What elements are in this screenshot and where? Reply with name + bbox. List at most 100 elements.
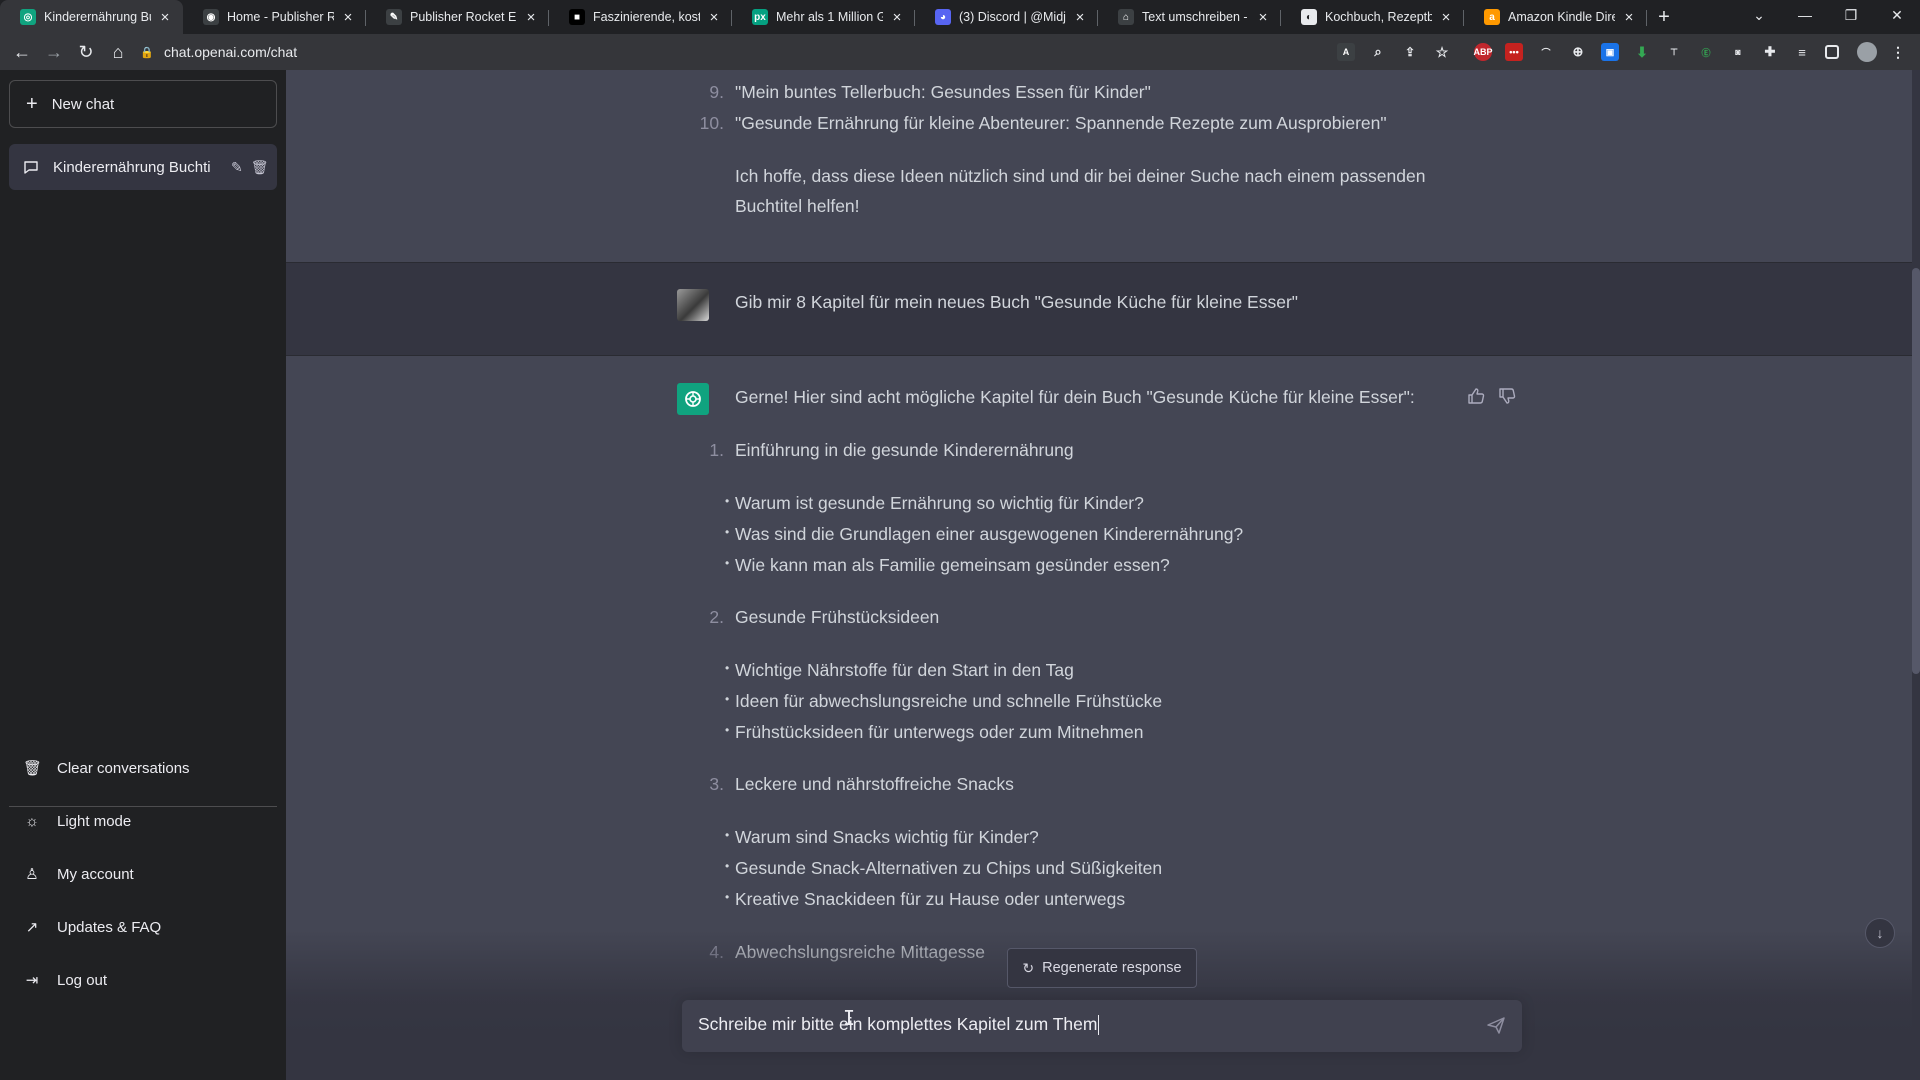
close-tab-icon[interactable]: ×: [523, 9, 539, 26]
reload-icon[interactable]: ↻: [70, 36, 102, 68]
tab-search-icon[interactable]: ⌄: [1736, 0, 1782, 30]
close-window-button[interactable]: ✕: [1874, 0, 1920, 30]
sidebar-item-external-link[interactable]: ↗ Updates & FAQ: [9, 905, 277, 949]
assistant-text: Ich hoffe, dass diese Ideen nützlich sin…: [735, 166, 1426, 186]
thumbs-up-icon[interactable]: [1467, 387, 1485, 405]
delete-icon[interactable]: 🗑: [251, 159, 269, 176]
edit-page-icon: ✎: [386, 9, 402, 25]
tab-title: Kochbuch, Rezeptbuch: [1325, 10, 1432, 24]
close-tab-icon[interactable]: ×: [157, 9, 173, 26]
scrollbar[interactable]: [1912, 268, 1920, 674]
chapter-point: Gesunde Snack-Alternativen zu Chips und …: [735, 858, 1163, 878]
browser-tab[interactable]: ◐ Kochbuch, Rezeptbuch ×: [1281, 0, 1464, 34]
new-tab-button[interactable]: +: [1647, 0, 1681, 34]
unsplash-icon: ■: [569, 9, 585, 25]
trash-icon: 🗑: [23, 760, 43, 777]
chat-main: 9. "Mein buntes Tellerbuch: Gesundes Esse…: [286, 70, 1920, 1080]
close-tab-icon[interactable]: ×: [889, 9, 905, 26]
arrow-down-icon: ↓: [1876, 925, 1884, 941]
chrome-menu-icon[interactable]: ⋮: [1889, 43, 1907, 61]
browser-tab[interactable]: ◉ Home - Publisher Roc ×: [183, 0, 366, 34]
url-text: chat.openai.com/chat: [164, 44, 298, 60]
sidebar-item-label: My account: [57, 865, 134, 883]
chapter-title: Einführung in die gesunde Kinderernährun…: [735, 440, 1074, 460]
camera-icon[interactable]: ◙: [1729, 43, 1747, 61]
pixabay-icon: px: [752, 9, 768, 25]
lock-icon[interactable]: 🔒: [140, 46, 154, 59]
browser-tab[interactable]: ⌂ Text umschreiben - Be ×: [1098, 0, 1281, 34]
browser-tab[interactable]: px Mehr als 1 Million Gra ×: [732, 0, 915, 34]
send-icon[interactable]: [1486, 1015, 1506, 1035]
tab-title: Amazon Kindle Direct: [1508, 10, 1615, 24]
scroll-to-bottom-button[interactable]: ↓: [1865, 918, 1895, 948]
close-tab-icon[interactable]: ×: [1621, 9, 1637, 26]
discord-icon: ◕: [935, 9, 951, 25]
bullet-icon: •: [725, 692, 730, 706]
browser-tab[interactable]: ◕ (3) Discord | @Midjou ×: [915, 0, 1098, 34]
edit-icon[interactable]: ✎: [231, 159, 243, 176]
address-bar[interactable]: 🔒 chat.openai.com/chat: [140, 38, 1410, 66]
user-avatar: [677, 289, 709, 321]
close-tab-icon[interactable]: ×: [1072, 9, 1088, 26]
list-number: 1.: [709, 440, 724, 460]
globe-icon[interactable]: ⊕: [1569, 43, 1587, 61]
extension-green-icon[interactable]: Ⓔ: [1697, 43, 1715, 61]
bullet-icon: •: [725, 890, 730, 904]
external-link-icon: ↗: [25, 919, 39, 936]
sidebar-item-label: Log out: [57, 971, 108, 989]
sidebar: + New chat Kinderernährung Buchti ✎ 🗑 🗑 C…: [0, 70, 286, 1080]
browser-tab[interactable]: a Amazon Kindle Direct ×: [1464, 0, 1647, 34]
extension-blue-icon[interactable]: ▣: [1601, 43, 1619, 61]
sidebar-item-sun[interactable]: ☼ Light mode: [9, 799, 277, 843]
sidebar-item-user[interactable]: ♙ My account: [9, 852, 277, 896]
restore-button[interactable]: ❐: [1828, 0, 1874, 30]
extensions-puzzle-icon[interactable]: ✚: [1761, 43, 1779, 61]
close-tab-icon[interactable]: ×: [340, 9, 356, 26]
share-icon[interactable]: ⇪: [1401, 43, 1419, 61]
side-panel-icon[interactable]: [1825, 45, 1839, 59]
browser-tab[interactable]: ✎ Publisher Rocket Erfah ×: [366, 0, 549, 34]
forward-icon[interactable]: →: [38, 36, 70, 68]
extension-tool-icon[interactable]: ⊤: [1665, 43, 1683, 61]
profile-avatar[interactable]: [1857, 42, 1877, 62]
thumbs-down-icon[interactable]: [1498, 387, 1516, 405]
user-message-text: Gib mir 8 Kapitel für mein neues Buch "G…: [735, 292, 1298, 312]
tab-title: Text umschreiben - Be: [1142, 10, 1249, 24]
translate-icon[interactable]: A: [1337, 43, 1355, 61]
zoom-icon[interactable]: ⌕: [1369, 43, 1387, 61]
new-chat-button[interactable]: + New chat: [9, 80, 277, 128]
regenerate-button[interactable]: ↻ Regenerate response: [1007, 948, 1197, 988]
sidebar-item-label: Clear conversations: [57, 759, 190, 777]
bookmark-star-icon[interactable]: ☆: [1433, 43, 1451, 61]
extension-wave-icon[interactable]: ⌒: [1537, 43, 1555, 61]
chapter-point: Wichtige Nährstoffe für den Start in den…: [735, 660, 1074, 680]
user-icon: ♙: [25, 866, 39, 883]
chapter-point: Kreative Snackideen für zu Hause oder un…: [735, 889, 1126, 909]
assistant-text: Buchtitel helfen!: [735, 196, 860, 216]
list-number: 3.: [709, 774, 724, 794]
sidebar-item-trash[interactable]: 🗑 Clear conversations: [9, 746, 277, 790]
prompt-textarea[interactable]: Schreibe mir bitte ein komplettes Kapite…: [682, 1000, 1522, 1052]
adblock-icon[interactable]: ABP: [1474, 43, 1493, 61]
reading-list-icon[interactable]: ≡: [1793, 43, 1811, 61]
home-icon[interactable]: ⌂: [102, 36, 134, 68]
chapter-title: Leckere und nährstoffreiche Snacks: [735, 774, 1014, 794]
sidebar-item-logout[interactable]: ⇥ Log out: [9, 958, 277, 1002]
tab-title: Home - Publisher Roc: [227, 10, 334, 24]
close-tab-icon[interactable]: ×: [1255, 9, 1271, 26]
back-icon[interactable]: ←: [6, 36, 38, 68]
close-tab-icon[interactable]: ×: [1438, 9, 1454, 26]
assistant-text: Gerne! Hier sind acht mögliche Kapitel f…: [735, 387, 1415, 407]
conversation-item[interactable]: Kinderernährung Buchti ✎ 🗑: [9, 144, 277, 190]
plus-icon: +: [26, 93, 38, 115]
browser-tab[interactable]: ◎ Kinderernährung Buch ×: [0, 0, 183, 34]
list-number: 2.: [709, 607, 724, 627]
lastpass-icon[interactable]: •••: [1505, 43, 1523, 61]
amazon-icon: a: [1484, 9, 1500, 25]
browser-tab[interactable]: ■ Faszinierende, kosten ×: [549, 0, 732, 34]
bullet-icon: •: [725, 859, 730, 873]
close-tab-icon[interactable]: ×: [706, 9, 722, 26]
download-arrow-icon[interactable]: ⬇: [1633, 43, 1651, 61]
list-item: "Mein buntes Tellerbuch: Gesundes Essen …: [735, 82, 1151, 102]
minimize-button[interactable]: —: [1782, 0, 1828, 30]
